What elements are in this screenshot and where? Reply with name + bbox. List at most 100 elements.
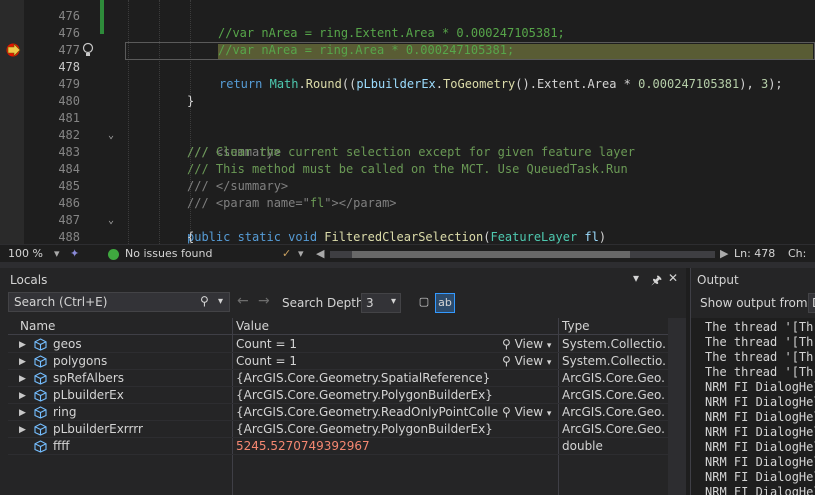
code-line-489[interactable]: 489: [0, 229, 815, 244]
chevron-down-icon[interactable]: ▾: [218, 296, 223, 307]
output-panel: Output Show output from: D The thread '[…: [690, 268, 815, 495]
output-line: NRM FI DialogHel: [705, 395, 815, 409]
code-line-476b[interactable]: 476 //var nArea = ring.Area * 0.00024710…: [0, 8, 815, 57]
copilot-icon[interactable]: ✦: [70, 247, 79, 260]
table-row[interactable]: ▶ polygons Count = 1 ⚲ View ▾ System.Collect…: [8, 353, 668, 370]
close-icon[interactable]: ✕: [668, 271, 678, 285]
field-icon: [34, 372, 47, 385]
field-icon: [34, 389, 47, 402]
view-label: View: [514, 337, 544, 351]
brush-icon[interactable]: ✓: [282, 247, 291, 260]
dropdown-icon[interactable]: ▾: [633, 271, 639, 285]
chevron-down-icon: ▾: [546, 409, 552, 419]
output-line: NRM FI DialogHel: [705, 470, 815, 484]
variable-value[interactable]: Count = 1: [236, 353, 498, 369]
expand-arrow-icon[interactable]: ▶: [19, 337, 26, 353]
grid-header: Name Value Type: [8, 318, 668, 335]
output-text-area[interactable]: The thread '[Thr The thread '[Thr The thre…: [691, 318, 815, 495]
variable-value[interactable]: {ArcGIS.Core.Geometry.ReadOnlyPointColle…: [236, 404, 498, 420]
code-line-482[interactable]: 482 /// Clear the current selection exce…: [0, 110, 815, 159]
variable-name: geos: [53, 337, 82, 351]
issues-status[interactable]: No issues found: [125, 247, 212, 260]
table-row[interactable]: ▶ geos Count = 1 ⚲ View ▾ System.Collectio..…: [8, 336, 668, 353]
search-icon: ⚲: [502, 405, 515, 419]
pin-source-button[interactable]: ▢: [414, 293, 434, 313]
code-line-476[interactable]: 476 //var nArea = ring.Extent.Area * 0.0…: [0, 0, 815, 40]
panel-title: Output: [697, 273, 739, 287]
editor-status-bar: 100 % ▾ ✦ No issues found ✓ ▾ ◀ ▶ Ln: 47…: [0, 244, 815, 273]
variable-value[interactable]: 5245.5270749392967: [236, 438, 498, 454]
variable-value[interactable]: {ArcGIS.Core.Geometry.PolygonBuilderEx}: [236, 421, 498, 437]
output-line: The thread '[Thr: [705, 365, 815, 379]
variable-name: pLbuilderExrrrr: [53, 422, 143, 436]
view-button[interactable]: ⚲ View ▾: [502, 404, 551, 422]
code-line-483[interactable]: 483 /// This method must be called on th…: [0, 127, 815, 176]
code-line-477[interactable]: 477: [0, 25, 815, 57]
chevron-down-icon[interactable]: ▾: [54, 247, 60, 260]
table-row[interactable]: ffff 5245.5270749392967 double: [8, 438, 668, 455]
scroll-left-icon[interactable]: ◀: [316, 247, 324, 260]
search-icon[interactable]: ⚲: [200, 294, 209, 308]
variable-type: double: [562, 439, 603, 453]
output-line: The thread '[Thr: [705, 320, 815, 334]
code-line-485[interactable]: 485 /// <param name="fl"></param>: [0, 161, 815, 210]
table-row[interactable]: ▶ pLbuilderExrrrr {ArcGIS.Core.Geometry.Po…: [8, 421, 668, 438]
pin-icon[interactable]: 🖈: [651, 271, 662, 292]
output-line: NRM FI DialogHel: [705, 380, 815, 394]
table-row[interactable]: ▶ pLbuilderEx {ArcGIS.Core.Geometry.Polygo…: [8, 387, 668, 404]
field-icon: [34, 338, 47, 351]
column-name[interactable]: Name: [20, 319, 55, 333]
search-icon: ⚲: [502, 337, 515, 351]
chevron-down-icon[interactable]: ▾: [298, 247, 304, 260]
code-line-486[interactable]: 486 ⌄ public static void FilteredClearSe…: [0, 178, 815, 244]
expand-arrow-icon[interactable]: ▶: [19, 354, 26, 370]
show-output-from-label: Show output from:: [700, 296, 812, 310]
forward-arrow-icon[interactable]: →: [258, 293, 270, 309]
locals-panel: Locals ▾ 🖈 ✕ Search (Ctrl+E) ⚲ ▾ ← → Sea…: [0, 268, 686, 495]
variable-type: ArcGIS.Core.Geo...: [562, 405, 666, 419]
column-type[interactable]: Type: [562, 319, 590, 333]
field-icon: [34, 406, 47, 419]
output-line: NRM FI DialogHel: [705, 455, 815, 469]
search-depth-select[interactable]: 3 ▾: [361, 293, 401, 313]
table-row[interactable]: ▶ spRefAlbers {ArcGIS.Core.Geometry.Spatia…: [8, 370, 668, 387]
expand-arrow-icon[interactable]: ▶: [19, 405, 26, 421]
back-arrow-icon[interactable]: ←: [237, 293, 249, 309]
scrollbar-thumb[interactable]: [352, 251, 630, 258]
variable-type: ArcGIS.Core.Geo...: [562, 422, 666, 436]
code-line-484[interactable]: 484 /// </summary>: [0, 144, 815, 193]
output-line: The thread '[Thr: [705, 350, 815, 364]
table-row[interactable]: ▶ ring {ArcGIS.Core.Geometry.ReadOnlyPoint…: [8, 404, 668, 421]
variable-value[interactable]: Count = 1: [236, 336, 498, 352]
search-input[interactable]: Search (Ctrl+E): [8, 292, 230, 312]
expand-arrow-icon[interactable]: ▶: [19, 371, 26, 387]
code-line-481[interactable]: 481 ⌄ /// <summary>: [0, 93, 815, 159]
expand-arrow-icon[interactable]: ▶: [19, 388, 26, 404]
code-editor[interactable]: 476 //var nArea = ring.Extent.Area * 0.0…: [0, 0, 815, 244]
view-label: View: [514, 405, 544, 419]
code-line-480[interactable]: 480: [0, 76, 815, 108]
variable-value[interactable]: {ArcGIS.Core.Geometry.PolygonBuilderEx}: [236, 387, 498, 403]
code-line-478[interactable]: 478 return Math.Round((pLbuilderEx.ToGeo…: [0, 42, 815, 91]
vertical-scrollbar[interactable]: [668, 318, 686, 495]
chevron-down-icon: ▾: [546, 341, 552, 351]
hex-display-button[interactable]: ab: [435, 293, 455, 313]
output-source-select[interactable]: D: [808, 293, 815, 313]
variable-type: System.Collectio...: [562, 354, 666, 368]
depth-value: 3: [366, 296, 374, 310]
code-line-479[interactable]: 479 }: [0, 59, 815, 108]
variable-value[interactable]: {ArcGIS.Core.Geometry.SpatialReference}: [236, 370, 498, 386]
zoom-level[interactable]: 100 %: [8, 247, 43, 260]
scroll-right-icon[interactable]: ▶: [720, 247, 728, 260]
output-line: NRM FI DialogHel: [705, 485, 815, 495]
variable-name: polygons: [53, 354, 108, 368]
code-line-488[interactable]: 488 IEnumerable<FeatureLayer> featureLay…: [0, 212, 815, 244]
field-icon: [34, 355, 47, 368]
panel-title: Locals: [10, 273, 48, 287]
expand-arrow-icon[interactable]: ▶: [19, 422, 26, 438]
line-indicator: Ln: 478: [734, 247, 776, 260]
code-line-487[interactable]: 487 {: [0, 195, 815, 244]
view-button[interactable]: ⚲ View ▾: [502, 353, 551, 371]
view-button[interactable]: ⚲ View ▾: [502, 336, 551, 354]
column-value[interactable]: Value: [236, 319, 269, 333]
